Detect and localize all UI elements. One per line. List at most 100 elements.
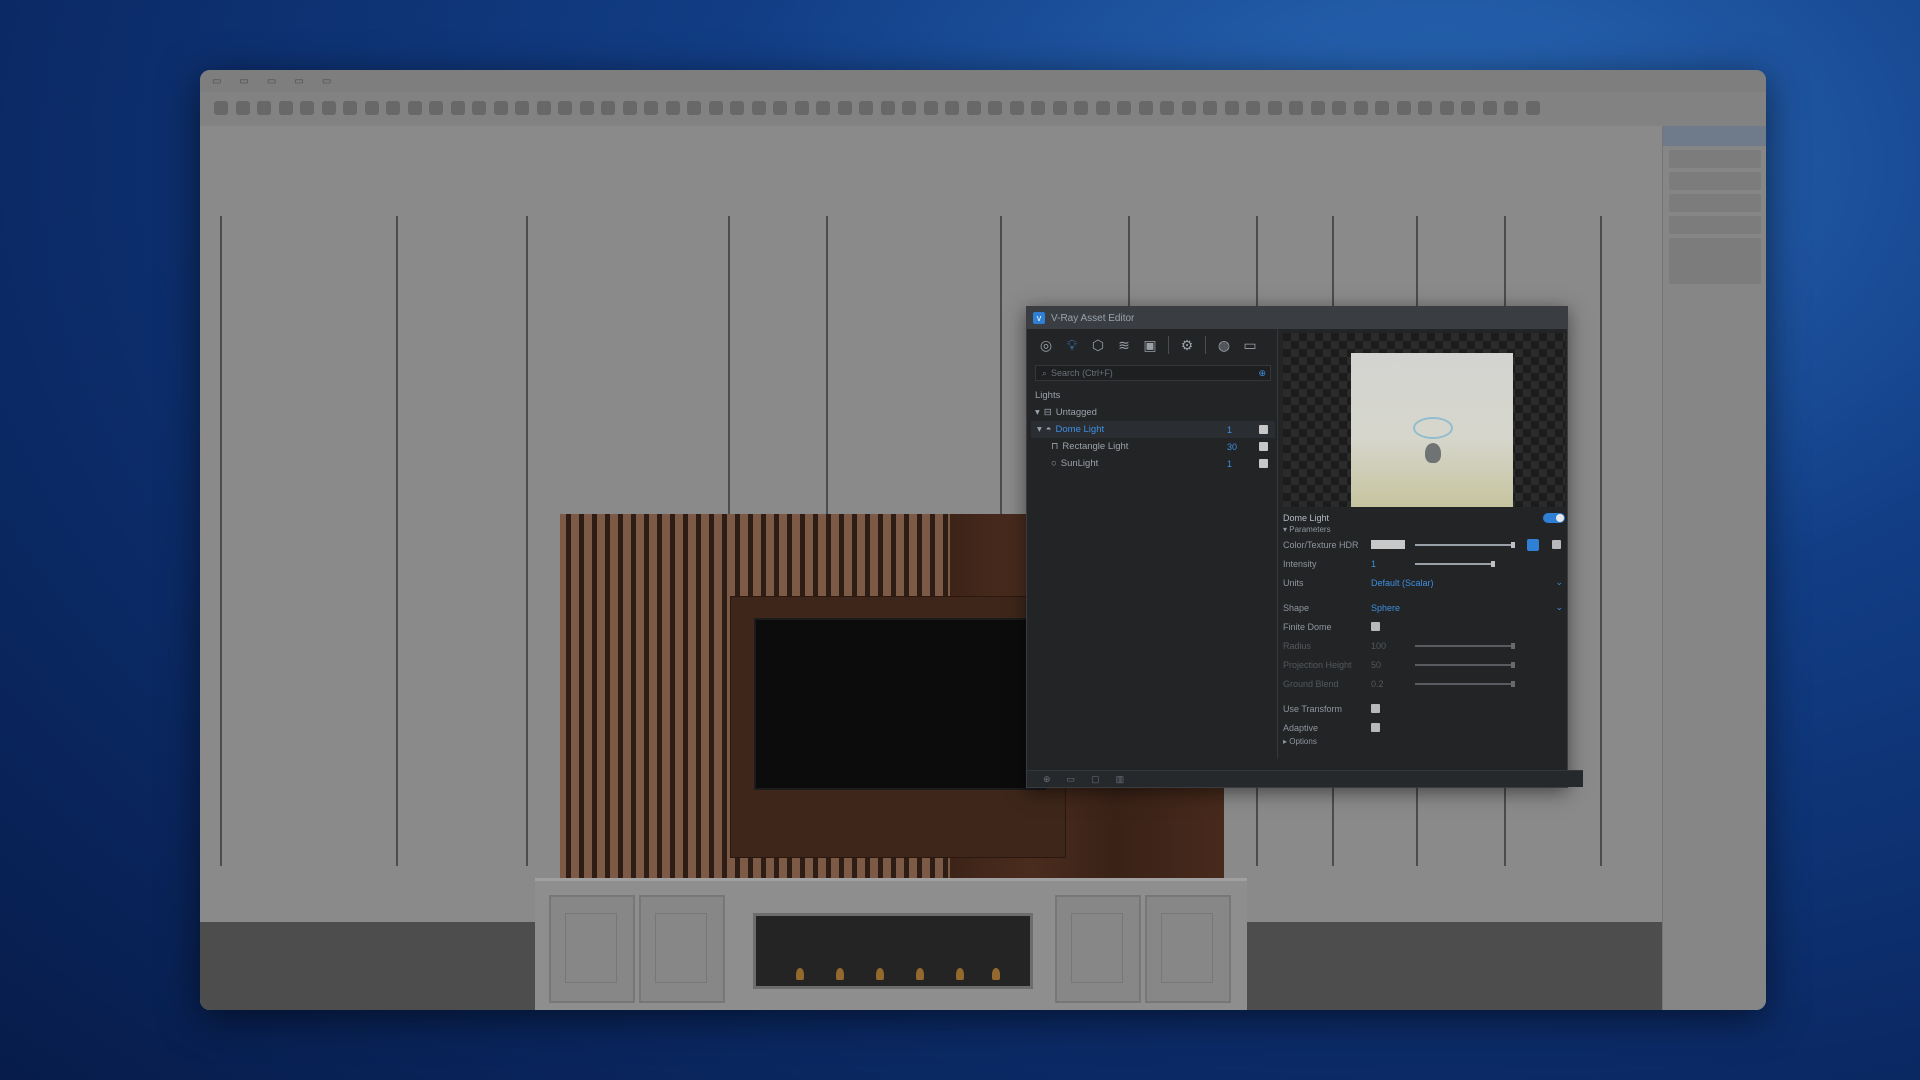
geometry-icon[interactable]: ⬡ xyxy=(1087,334,1109,356)
save-icon[interactable]: ▢ xyxy=(1091,774,1100,785)
toolbar-tool-icon[interactable] xyxy=(1181,101,1196,115)
ground-blend-field[interactable]: 0.2 xyxy=(1371,679,1384,689)
toolbar-tool-icon[interactable] xyxy=(1332,101,1346,115)
enable-checkbox[interactable] xyxy=(1259,425,1268,434)
toolbar-tool-icon[interactable] xyxy=(1160,101,1174,115)
toolbar-tool-icon[interactable] xyxy=(773,101,787,115)
toolbar-tool-icon[interactable] xyxy=(622,101,637,115)
toolbar-tool-icon[interactable] xyxy=(923,101,938,115)
toolbar-tool-icon[interactable] xyxy=(601,101,615,115)
panel-splitter[interactable] xyxy=(1277,329,1278,759)
toolbar-tool-icon[interactable] xyxy=(386,101,400,115)
tray-row[interactable] xyxy=(1669,194,1761,212)
intensity-slider[interactable] xyxy=(1415,560,1495,567)
toolbar-tool-icon[interactable] xyxy=(880,101,895,115)
toolbar-tool-icon[interactable] xyxy=(1074,101,1088,115)
search-input[interactable]: ⌕ Search (Ctrl+F) ⊕ xyxy=(1035,365,1271,381)
radius-slider[interactable] xyxy=(1415,642,1515,649)
toolbar-tool-icon[interactable] xyxy=(1461,101,1475,115)
toolbar-tool-icon[interactable] xyxy=(257,101,271,115)
chevron-down-icon[interactable]: ▾ xyxy=(1035,407,1040,418)
tray-row[interactable] xyxy=(1669,172,1761,190)
add-asset-icon[interactable]: ⊕ xyxy=(1043,774,1051,785)
units-dropdown[interactable]: Default (Scalar) xyxy=(1371,578,1434,588)
toolbar-tool-icon[interactable] xyxy=(1052,101,1067,115)
toolbar-tool-icon[interactable] xyxy=(730,101,744,115)
projection-height-slider[interactable] xyxy=(1415,661,1515,668)
tray-header[interactable] xyxy=(1663,126,1766,146)
toolbar-tool-icon[interactable] xyxy=(493,101,508,115)
menu-item[interactable]: ▭ xyxy=(212,76,221,87)
toolbar-tool-icon[interactable] xyxy=(837,101,852,115)
frame-buffer-icon[interactable]: ▭ xyxy=(1239,334,1261,356)
materials-icon[interactable]: ◎ xyxy=(1035,334,1057,356)
delete-icon[interactable]: ▥ xyxy=(1116,774,1125,785)
projection-height-field[interactable]: 50 xyxy=(1371,660,1381,670)
toolbar-tool-icon[interactable] xyxy=(1504,101,1518,115)
toolbar-tool-icon[interactable] xyxy=(214,101,228,115)
toolbar-tool-icon[interactable] xyxy=(1439,101,1454,115)
toolbar-tool-icon[interactable] xyxy=(1353,101,1368,115)
toolbar-tool-icon[interactable] xyxy=(536,101,551,115)
toolbar-tool-icon[interactable] xyxy=(1138,101,1153,115)
toolbar-tool-icon[interactable] xyxy=(708,101,723,115)
parameters-section[interactable]: ▾ Parameters xyxy=(1283,525,1565,535)
toolbar-tool-icon[interactable] xyxy=(1203,101,1217,115)
intensity-field[interactable]: 1 xyxy=(1371,559,1376,569)
toolbar-tool-icon[interactable] xyxy=(300,101,314,115)
toolbar-tool-icon[interactable] xyxy=(429,101,443,115)
color-swatch[interactable] xyxy=(1371,540,1405,549)
toolbar-tool-icon[interactable] xyxy=(1525,101,1540,115)
toolbar-tool-icon[interactable] xyxy=(794,101,809,115)
texture-map-button[interactable] xyxy=(1527,538,1539,551)
chevron-down-icon[interactable]: ⌄ xyxy=(1555,577,1563,588)
toolbar-tool-icon[interactable] xyxy=(407,101,422,115)
toolbar-tool-icon[interactable] xyxy=(1224,101,1239,115)
shape-dropdown[interactable]: Sphere xyxy=(1371,603,1400,613)
toolbar-tool-icon[interactable] xyxy=(859,101,873,115)
list-item-sunlight[interactable]: ○ SunLight 1 xyxy=(1031,455,1275,472)
ground-blend-slider[interactable] xyxy=(1415,680,1515,687)
toolbar-tool-icon[interactable] xyxy=(687,101,701,115)
toolbar-tool-icon[interactable] xyxy=(966,101,981,115)
enable-checkbox[interactable] xyxy=(1259,442,1268,451)
toolbar-tool-icon[interactable] xyxy=(1482,101,1497,115)
finite-dome-checkbox[interactable] xyxy=(1371,622,1380,631)
toolbar-tool-icon[interactable] xyxy=(1310,101,1325,115)
filter-icon[interactable]: ⊕ xyxy=(1258,368,1266,379)
toolbar-tool-icon[interactable] xyxy=(1375,101,1389,115)
list-item-rectangle-light[interactable]: ⊓ Rectangle Light 30 xyxy=(1031,438,1275,455)
toolbar-tool-icon[interactable] xyxy=(1396,101,1411,115)
vray-title-bar[interactable]: v V-Ray Asset Editor xyxy=(1027,307,1567,329)
open-folder-icon[interactable]: ▭ xyxy=(1067,774,1076,785)
lights-icon[interactable]: 💡︎ xyxy=(1061,334,1083,356)
toolbar-tool-icon[interactable] xyxy=(1031,101,1045,115)
toolbar-tool-icon[interactable] xyxy=(364,101,379,115)
menu-item[interactable]: ▭ xyxy=(322,76,331,87)
toolbar-tool-icon[interactable] xyxy=(450,101,465,115)
tray-row[interactable] xyxy=(1669,150,1761,168)
menu-item[interactable]: ▭ xyxy=(267,76,276,87)
use-transform-checkbox[interactable] xyxy=(1371,704,1380,713)
toolbar-tool-icon[interactable] xyxy=(1117,101,1131,115)
toolbar-tool-icon[interactable] xyxy=(321,101,336,115)
toolbar-tool-icon[interactable] xyxy=(472,101,486,115)
chevron-down-icon[interactable]: ▾ xyxy=(1037,424,1042,435)
textures-icon[interactable]: ▣ xyxy=(1139,334,1161,356)
color-slider[interactable] xyxy=(1415,541,1515,548)
render-icon[interactable]: ◍ xyxy=(1213,334,1235,356)
toolbar-tool-icon[interactable] xyxy=(343,101,357,115)
toolbar-tool-icon[interactable] xyxy=(816,101,830,115)
radius-field[interactable]: 100 xyxy=(1371,641,1386,651)
toolbar-tool-icon[interactable] xyxy=(515,101,529,115)
adaptive-checkbox[interactable] xyxy=(1371,723,1380,732)
toolbar-tool-icon[interactable] xyxy=(751,101,766,115)
toolbar-tool-icon[interactable] xyxy=(1246,101,1260,115)
color-checkbox[interactable] xyxy=(1552,540,1561,549)
toolbar-tool-icon[interactable] xyxy=(1418,101,1432,115)
toolbar-tool-icon[interactable] xyxy=(945,101,959,115)
toolbar-tool-icon[interactable] xyxy=(1009,101,1024,115)
toolbar-tool-icon[interactable] xyxy=(1095,101,1110,115)
menu-item[interactable]: ▭ xyxy=(294,76,303,87)
toolbar-tool-icon[interactable] xyxy=(278,101,293,115)
